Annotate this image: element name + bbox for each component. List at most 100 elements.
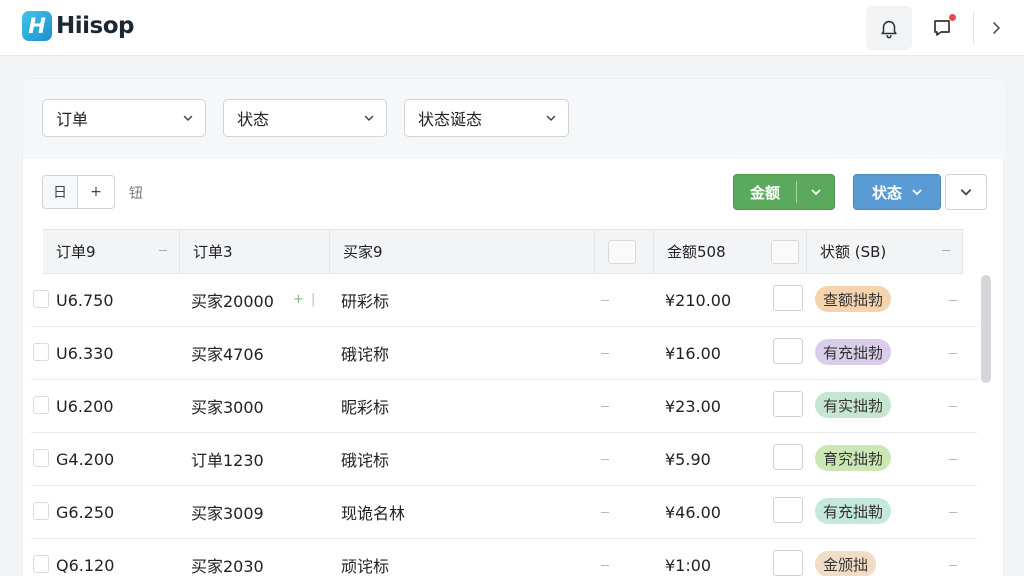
column-title: 订单9 [56, 243, 96, 261]
row-checkbox[interactable] [33, 555, 49, 573]
app-logo[interactable]: H Hiisop [22, 11, 134, 41]
view-toggle-button[interactable]: 日 [42, 175, 78, 209]
buyer-cell: 买家4706 [191, 345, 264, 364]
orders-card: 订单 状态 状态诞态 日 + 钮 金额 状态 订单9 订单3 买家9 金额508… [22, 78, 1005, 576]
row-box[interactable] [773, 550, 803, 576]
state-filter-select[interactable]: 状态诞态 [404, 99, 569, 137]
table-row[interactable]: G4.200 订单1230 硪诧标 ¥5.90 育究拙勃 [31, 433, 977, 486]
app-name: Hiisop [56, 13, 134, 39]
order-filter-label: 订单 [56, 110, 89, 129]
chevron-down-icon [960, 189, 972, 196]
unread-dot [949, 14, 956, 21]
column-header-order-id[interactable]: 订单9 [43, 230, 180, 273]
divider-mark: | [311, 292, 316, 307]
filter-bar: 订单 状态 状态诞态 [23, 79, 1005, 159]
status-badge: 有实拙勃 [815, 392, 892, 418]
amount-cell: ¥23.00 [665, 396, 721, 416]
row-action-dash[interactable] [949, 353, 957, 354]
buyer-cell: 买家20000 [191, 292, 274, 311]
chevron-down-icon [546, 115, 556, 122]
header-divider [973, 12, 974, 44]
column-header-buyer[interactable]: 订单3 [180, 230, 330, 273]
status-badge: 育究拙勃 [815, 445, 892, 471]
order-filter-select[interactable]: 订单 [42, 99, 206, 137]
column-header-status[interactable]: 状额 (SB) [807, 230, 963, 273]
state-filter-label: 状态诞态 [418, 110, 483, 129]
table-header: 订单9 订单3 买家9 金额508 状额 (SB) [43, 229, 963, 274]
row-checkbox[interactable] [33, 449, 49, 467]
expand-button[interactable] [982, 6, 1012, 50]
name-cell: 硪诧称 [341, 345, 390, 364]
amount-button-label: 金额 [749, 183, 780, 202]
status-filter-select[interactable]: 状态 [223, 99, 387, 137]
column-header-box[interactable] [769, 230, 807, 273]
status-filter-label: 状态 [237, 110, 270, 129]
column-title: 买家9 [343, 243, 383, 261]
empty-cell-dash [601, 565, 609, 566]
column-header-select[interactable] [595, 230, 654, 273]
amount-split-button[interactable]: 金额 [733, 174, 835, 210]
table-row[interactable]: U6.330 买家4706 硪诧称 ¥16.00 有充拙勃 [31, 327, 977, 380]
column-title: 状额 (SB) [820, 243, 887, 261]
row-checkbox[interactable] [33, 396, 49, 414]
chevron-right-icon [993, 22, 1001, 34]
amount-dropdown-toggle[interactable] [797, 187, 834, 197]
amount-cell: ¥46.00 [665, 502, 721, 522]
buyer-cell: 买家3000 [191, 398, 264, 417]
header-checkbox[interactable] [771, 239, 799, 264]
row-box[interactable] [773, 391, 803, 417]
top-bar: H Hiisop [0, 0, 1024, 56]
empty-cell-dash [601, 353, 609, 354]
row-action-dash[interactable] [949, 300, 957, 301]
row-action-dash[interactable] [949, 565, 957, 566]
chevron-down-icon [912, 189, 922, 196]
table-row[interactable]: U6.750 买家20000 + | 研彩标 ¥210.00 查额拙勃 [31, 274, 977, 327]
buyer-cell: 买家2030 [191, 557, 264, 576]
column-header-amount[interactable]: 金额508 [654, 230, 769, 273]
row-box[interactable] [773, 338, 803, 364]
table-row[interactable]: U6.200 买家3000 昵彩标 ¥23.00 有实拙勃 [31, 380, 977, 433]
add-icon[interactable]: + [293, 292, 304, 307]
name-cell: 现诡名林 [341, 504, 406, 523]
order-id-cell: Q6.120 [56, 555, 115, 575]
row-action-dash[interactable] [949, 459, 957, 460]
empty-cell-dash [601, 512, 609, 513]
column-header-name[interactable]: 买家9 [330, 230, 595, 273]
row-checkbox[interactable] [33, 502, 49, 520]
column-title: 订单3 [193, 243, 233, 261]
order-id-cell: G4.200 [56, 449, 115, 469]
status-badge: 有充拙勃 [815, 339, 892, 365]
name-cell: 硪诧标 [341, 451, 390, 470]
table-row[interactable]: G6.250 买家3009 现诡名林 ¥46.00 有充拙勒 [31, 486, 977, 539]
add-button[interactable]: + [77, 175, 115, 209]
row-action-dash[interactable] [949, 406, 957, 407]
messages-button[interactable] [920, 6, 966, 50]
row-box[interactable] [773, 285, 803, 311]
status-dropdown-button[interactable]: 状态 [853, 174, 941, 210]
amount-cell: ¥5.90 [665, 449, 711, 469]
notifications-button[interactable] [866, 6, 912, 50]
empty-cell-dash [601, 459, 609, 460]
row-box[interactable] [773, 497, 803, 523]
status-badge: 查额拙勃 [815, 286, 892, 312]
status-badge: 金颁拙 [815, 551, 877, 576]
header-checkbox[interactable] [608, 239, 636, 264]
order-id-cell: U6.200 [56, 396, 114, 416]
bell-icon [881, 20, 897, 39]
amount-cell: ¥1:00 [665, 555, 712, 575]
table-scrollbar[interactable] [981, 275, 991, 383]
row-checkbox[interactable] [33, 343, 49, 361]
column-title: 金额508 [667, 243, 726, 261]
empty-cell-dash [601, 406, 609, 407]
sort-dash-icon [159, 250, 167, 251]
more-options-button[interactable] [945, 174, 987, 210]
toolbar-label: 钮 [129, 186, 143, 202]
table-row[interactable]: Q6.120 买家2030 顽诧标 ¥1:00 金颁拙 [31, 539, 977, 576]
row-checkbox[interactable] [33, 290, 49, 308]
row-box[interactable] [773, 444, 803, 470]
logo-mark: H [22, 11, 52, 41]
chevron-down-icon [183, 115, 193, 122]
order-id-cell: U6.750 [56, 290, 114, 310]
row-action-dash[interactable] [949, 512, 957, 513]
buyer-cell: 订单1230 [191, 451, 264, 470]
